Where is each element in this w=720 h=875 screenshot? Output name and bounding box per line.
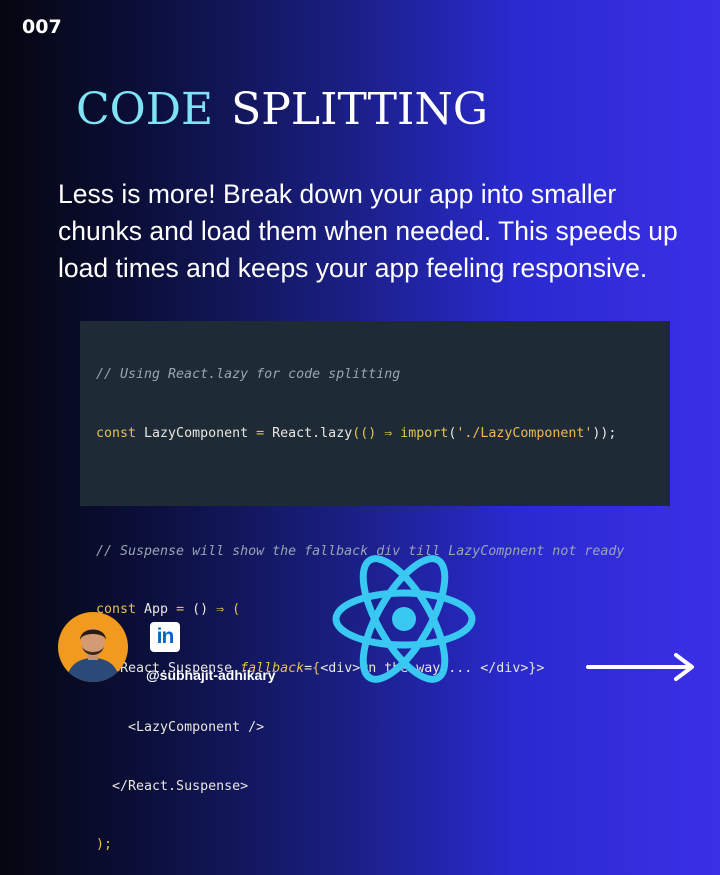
code-identifier: App — [136, 602, 177, 618]
code-operator: = — [256, 425, 265, 441]
code-tag: <LazyComponent /> — [128, 719, 265, 735]
arrow-right-icon[interactable] — [586, 652, 698, 682]
code-line: const LazyComponent = React.lazy(() ⇒ im… — [96, 424, 670, 444]
description-line: chunks and load them when needed. This s… — [58, 216, 678, 246]
code-line: ); — [96, 835, 670, 855]
page-title: CODE SPLITTING — [76, 84, 488, 135]
code-string: './LazyComponent' — [456, 425, 593, 441]
code-line: </React.Suspense> — [96, 777, 670, 797]
code-punct: ); — [96, 837, 113, 853]
code-block: // Using React.lazy for code splitting c… — [80, 321, 670, 852]
author-handle: @subhajit-adhikary — [146, 667, 276, 683]
linkedin-icon[interactable]: in — [150, 622, 180, 652]
code-line: // Using React.lazy for code splitting — [96, 365, 670, 385]
page-number: 007 — [22, 16, 62, 38]
code-function: React.lazy — [264, 425, 353, 441]
description-line: Less is more! Break down your app into s… — [58, 179, 617, 209]
code-tag: </React.Suspense> — [112, 778, 249, 794]
code-identifier: LazyComponent — [136, 425, 257, 441]
code-args: () — [360, 425, 377, 441]
description: Less is more! Break down your app into s… — [58, 176, 708, 287]
code-punct: )); — [592, 425, 617, 441]
code-operator: = — [304, 661, 313, 677]
avatar — [58, 612, 128, 682]
code-comment: // Using React.lazy for code splitting — [96, 367, 401, 383]
code-arrow: ⇒ — [216, 602, 225, 618]
description-line: load times and keeps your app feeling re… — [58, 253, 648, 283]
person-icon — [66, 628, 120, 682]
code-arrow: ⇒ — [376, 425, 401, 441]
code-line: <LazyComponent /> — [96, 718, 670, 738]
title-plain: SPLITTING — [231, 84, 489, 135]
code-import: import — [400, 425, 449, 441]
code-operator: = — [176, 602, 185, 618]
code-paren: ( — [224, 602, 241, 618]
title-accent: CODE — [76, 84, 214, 135]
code-brace: { — [312, 661, 321, 677]
code-brace: }> — [528, 661, 545, 677]
react-logo-icon — [332, 555, 476, 683]
code-args: () — [184, 602, 217, 618]
code-keyword: const — [96, 425, 137, 441]
